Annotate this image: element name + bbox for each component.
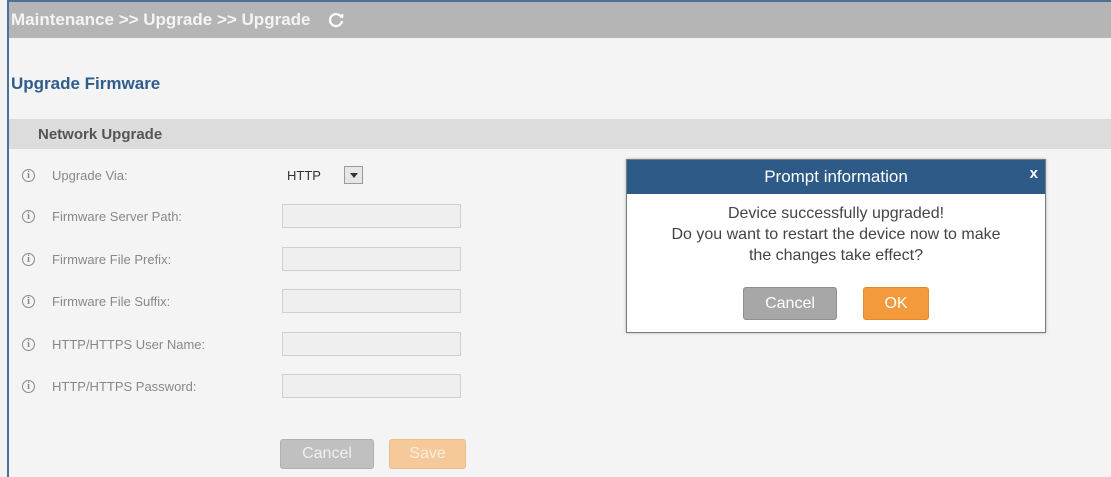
upgrade-via-value: HTTP: [287, 167, 321, 183]
info-icon[interactable]: i: [22, 379, 35, 393]
upgrade-via-label: Upgrade Via:: [52, 167, 128, 183]
form-row-upgrade-via: i Upgrade Via: HTTP: [9, 162, 489, 188]
dialog-message: Device successfully upgraded! Do you wan…: [627, 203, 1045, 266]
info-icon[interactable]: i: [22, 168, 35, 182]
save-button[interactable]: Save: [389, 439, 466, 469]
server-path-field[interactable]: [282, 204, 461, 228]
file-prefix-label: Firmware File Prefix:: [52, 251, 172, 267]
info-icon[interactable]: i: [22, 252, 35, 266]
dialog-title: Prompt information: [764, 167, 908, 186]
file-suffix-field[interactable]: [282, 289, 461, 313]
cancel-button[interactable]: Cancel: [280, 439, 374, 469]
info-icon[interactable]: i: [22, 337, 35, 351]
refresh-icon[interactable]: [326, 10, 346, 30]
section-title: Network Upgrade: [38, 125, 163, 143]
user-name-field[interactable]: [282, 332, 461, 356]
form-row-password: i HTTP/HTTPS Password:: [9, 373, 489, 399]
password-field[interactable]: [282, 374, 461, 398]
dialog-message-line-3: the changes take effect?: [748, 247, 924, 264]
form-row-server-path: i Firmware Server Path:: [9, 203, 489, 229]
info-icon[interactable]: i: [22, 209, 35, 223]
section-header: Network Upgrade: [9, 119, 1111, 149]
info-icon[interactable]: i: [22, 294, 35, 308]
form-row-file-suffix: i Firmware File Suffix:: [9, 288, 489, 314]
dialog-header: Prompt information x: [627, 160, 1045, 194]
dialog-cancel-button[interactable]: Cancel: [743, 287, 837, 320]
dialog-message-line-1: Device successfully upgraded!: [727, 205, 945, 222]
form-row-file-prefix: i Firmware File Prefix:: [9, 246, 489, 272]
password-label: HTTP/HTTPS Password:: [52, 378, 197, 394]
breadcrumb-text: Maintenance >> Upgrade >> Upgrade: [11, 10, 311, 29]
page-title: Upgrade Firmware: [11, 74, 161, 93]
file-suffix-label: Firmware File Suffix:: [52, 293, 171, 309]
chevron-down-icon[interactable]: [344, 166, 363, 184]
dialog-ok-button[interactable]: OK: [863, 287, 929, 320]
breadcrumb: Maintenance >> Upgrade >> Upgrade: [9, 2, 1111, 38]
prompt-dialog: Prompt information x Device successfully…: [626, 159, 1046, 333]
user-name-label: HTTP/HTTPS User Name:: [52, 336, 206, 352]
form-row-user-name: i HTTP/HTTPS User Name:: [9, 331, 489, 357]
upgrade-via-select[interactable]: HTTP: [282, 163, 366, 187]
close-icon[interactable]: x: [1030, 165, 1038, 182]
dialog-message-line-2: Do you want to restart the device now to…: [671, 226, 1001, 243]
server-path-label: Firmware Server Path:: [52, 208, 183, 224]
file-prefix-field[interactable]: [282, 247, 461, 271]
